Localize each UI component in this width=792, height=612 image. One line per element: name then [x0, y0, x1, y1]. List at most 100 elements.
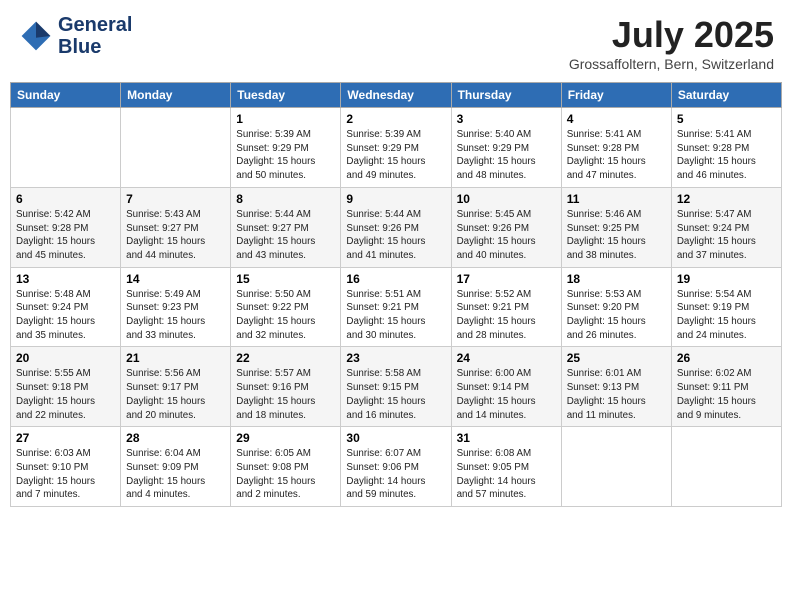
day-number: 28	[126, 431, 225, 445]
weekday-header-cell: Saturday	[671, 83, 781, 108]
day-info: Sunrise: 5:56 AM Sunset: 9:17 PM Dayligh…	[126, 367, 225, 422]
calendar-cell: 1Sunrise: 5:39 AM Sunset: 9:29 PM Daylig…	[231, 108, 341, 188]
logo-text: General Blue	[58, 14, 132, 58]
day-number: 27	[16, 431, 115, 445]
calendar-cell: 22Sunrise: 5:57 AM Sunset: 9:16 PM Dayli…	[231, 347, 341, 427]
title-block: July 2025 Grossaffoltern, Bern, Switzerl…	[569, 14, 774, 72]
calendar-week-row: 6 Sunrise: 5:42 AM Sunset: 9:28 PM Daylig…	[11, 187, 782, 267]
day-number: 2	[346, 112, 445, 126]
calendar-cell: 19 Sunrise: 5:54 AM Sunset: 9:19 PM Dayli…	[671, 267, 781, 347]
day-info: Sunrise: 6:05 AM Sunset: 9:08 PM Dayligh…	[236, 447, 335, 502]
calendar-cell: 11 Sunrise: 5:46 AM Sunset: 9:25 PM Dayli…	[561, 187, 671, 267]
day-info: Sunrise: 5:39 AM Sunset: 9:29 PM Dayligh…	[236, 128, 335, 183]
calendar-cell: 3 Sunrise: 5:40 AM Sunset: 9:29 PM Daylig…	[451, 108, 561, 188]
calendar-cell	[11, 108, 121, 188]
calendar-cell: 23 Sunrise: 5:58 AM Sunset: 9:15 PM Dayli…	[341, 347, 451, 427]
day-info: Sunrise: 5:41 AM Sunset: 9:28 PM Dayligh…	[677, 128, 776, 183]
day-number: 9	[346, 192, 445, 206]
calendar-cell: 12Sunrise: 5:47 AM Sunset: 9:24 PM Dayli…	[671, 187, 781, 267]
day-info: Sunrise: 5:55 AM Sunset: 9:18 PM Dayligh…	[16, 367, 115, 422]
weekday-header-cell: Friday	[561, 83, 671, 108]
day-number: 21	[126, 351, 225, 365]
day-number: 26	[677, 351, 776, 365]
day-number: 12	[677, 192, 776, 206]
calendar-cell: 4 Sunrise: 5:41 AM Sunset: 9:28 PM Daylig…	[561, 108, 671, 188]
day-number: 20	[16, 351, 115, 365]
day-number: 8	[236, 192, 335, 206]
calendar-cell: 8 Sunrise: 5:44 AM Sunset: 9:27 PM Daylig…	[231, 187, 341, 267]
day-number: 10	[457, 192, 556, 206]
weekday-header-cell: Thursday	[451, 83, 561, 108]
day-number: 15	[236, 272, 335, 286]
day-number: 17	[457, 272, 556, 286]
calendar-cell: 27 Sunrise: 6:03 AM Sunset: 9:10 PM Dayli…	[11, 427, 121, 507]
day-number: 6	[16, 192, 115, 206]
day-info: Sunrise: 5:51 AM Sunset: 9:21 PM Dayligh…	[346, 288, 445, 343]
calendar-cell: 16Sunrise: 5:51 AM Sunset: 9:21 PM Dayli…	[341, 267, 451, 347]
day-number: 31	[457, 431, 556, 445]
day-number: 24	[457, 351, 556, 365]
day-info: Sunrise: 5:41 AM Sunset: 9:28 PM Dayligh…	[567, 128, 666, 183]
day-number: 13	[16, 272, 115, 286]
calendar-body: 1Sunrise: 5:39 AM Sunset: 9:29 PM Daylig…	[11, 108, 782, 507]
calendar-cell: 2 Sunrise: 5:39 AM Sunset: 9:29 PM Daylig…	[341, 108, 451, 188]
calendar-week-row: 1Sunrise: 5:39 AM Sunset: 9:29 PM Daylig…	[11, 108, 782, 188]
day-number: 19	[677, 272, 776, 286]
day-info: Sunrise: 6:04 AM Sunset: 9:09 PM Dayligh…	[126, 447, 225, 502]
day-number: 23	[346, 351, 445, 365]
calendar-cell: 18 Sunrise: 5:53 AM Sunset: 9:20 PM Dayli…	[561, 267, 671, 347]
calendar-cell: 28 Sunrise: 6:04 AM Sunset: 9:09 PM Dayli…	[121, 427, 231, 507]
calendar-cell: 7 Sunrise: 5:43 AM Sunset: 9:27 PM Daylig…	[121, 187, 231, 267]
day-number: 5	[677, 112, 776, 126]
weekday-header-cell: Wednesday	[341, 83, 451, 108]
calendar-table: SundayMondayTuesdayWednesdayThursdayFrid…	[10, 82, 782, 507]
day-info: Sunrise: 5:45 AM Sunset: 9:26 PM Dayligh…	[457, 208, 556, 263]
calendar-cell: 26Sunrise: 6:02 AM Sunset: 9:11 PM Dayli…	[671, 347, 781, 427]
weekday-header-cell: Monday	[121, 83, 231, 108]
calendar-cell: 24Sunrise: 6:00 AM Sunset: 9:14 PM Dayli…	[451, 347, 561, 427]
logo-icon	[18, 18, 54, 54]
day-info: Sunrise: 5:58 AM Sunset: 9:15 PM Dayligh…	[346, 367, 445, 422]
calendar-cell: 15 Sunrise: 5:50 AM Sunset: 9:22 PM Dayli…	[231, 267, 341, 347]
day-number: 14	[126, 272, 225, 286]
day-number: 11	[567, 192, 666, 206]
day-info: Sunrise: 5:44 AM Sunset: 9:27 PM Dayligh…	[236, 208, 335, 263]
location-title: Grossaffoltern, Bern, Switzerland	[569, 56, 774, 72]
day-info: Sunrise: 5:46 AM Sunset: 9:25 PM Dayligh…	[567, 208, 666, 263]
day-info: Sunrise: 5:43 AM Sunset: 9:27 PM Dayligh…	[126, 208, 225, 263]
weekday-header-row: SundayMondayTuesdayWednesdayThursdayFrid…	[11, 83, 782, 108]
logo: General Blue	[18, 14, 132, 58]
page-header: General Blue July 2025 Grossaffoltern, B…	[10, 10, 782, 76]
day-number: 18	[567, 272, 666, 286]
day-info: Sunrise: 5:42 AM Sunset: 9:28 PM Dayligh…	[16, 208, 115, 263]
day-info: Sunrise: 6:07 AM Sunset: 9:06 PM Dayligh…	[346, 447, 445, 502]
calendar-cell: 10 Sunrise: 5:45 AM Sunset: 9:26 PM Dayli…	[451, 187, 561, 267]
calendar-cell: 17 Sunrise: 5:52 AM Sunset: 9:21 PM Dayli…	[451, 267, 561, 347]
day-number: 7	[126, 192, 225, 206]
day-info: Sunrise: 5:50 AM Sunset: 9:22 PM Dayligh…	[236, 288, 335, 343]
day-info: Sunrise: 5:53 AM Sunset: 9:20 PM Dayligh…	[567, 288, 666, 343]
weekday-header-cell: Tuesday	[231, 83, 341, 108]
weekday-header-cell: Sunday	[11, 83, 121, 108]
calendar-cell: 29 Sunrise: 6:05 AM Sunset: 9:08 PM Dayli…	[231, 427, 341, 507]
day-number: 25	[567, 351, 666, 365]
calendar-week-row: 27 Sunrise: 6:03 AM Sunset: 9:10 PM Dayli…	[11, 427, 782, 507]
day-info: Sunrise: 6:01 AM Sunset: 9:13 PM Dayligh…	[567, 367, 666, 422]
month-title: July 2025	[569, 14, 774, 56]
day-info: Sunrise: 5:54 AM Sunset: 9:19 PM Dayligh…	[677, 288, 776, 343]
calendar-cell	[671, 427, 781, 507]
day-info: Sunrise: 5:48 AM Sunset: 9:24 PM Dayligh…	[16, 288, 115, 343]
calendar-cell: 14 Sunrise: 5:49 AM Sunset: 9:23 PM Dayli…	[121, 267, 231, 347]
day-info: Sunrise: 5:40 AM Sunset: 9:29 PM Dayligh…	[457, 128, 556, 183]
day-info: Sunrise: 5:52 AM Sunset: 9:21 PM Dayligh…	[457, 288, 556, 343]
day-number: 3	[457, 112, 556, 126]
calendar-cell: 30Sunrise: 6:07 AM Sunset: 9:06 PM Dayli…	[341, 427, 451, 507]
day-number: 4	[567, 112, 666, 126]
day-number: 29	[236, 431, 335, 445]
day-info: Sunrise: 6:03 AM Sunset: 9:10 PM Dayligh…	[16, 447, 115, 502]
day-info: Sunrise: 6:08 AM Sunset: 9:05 PM Dayligh…	[457, 447, 556, 502]
day-info: Sunrise: 5:39 AM Sunset: 9:29 PM Dayligh…	[346, 128, 445, 183]
calendar-cell: 21 Sunrise: 5:56 AM Sunset: 9:17 PM Dayli…	[121, 347, 231, 427]
day-info: Sunrise: 5:57 AM Sunset: 9:16 PM Dayligh…	[236, 367, 335, 422]
day-info: Sunrise: 5:49 AM Sunset: 9:23 PM Dayligh…	[126, 288, 225, 343]
